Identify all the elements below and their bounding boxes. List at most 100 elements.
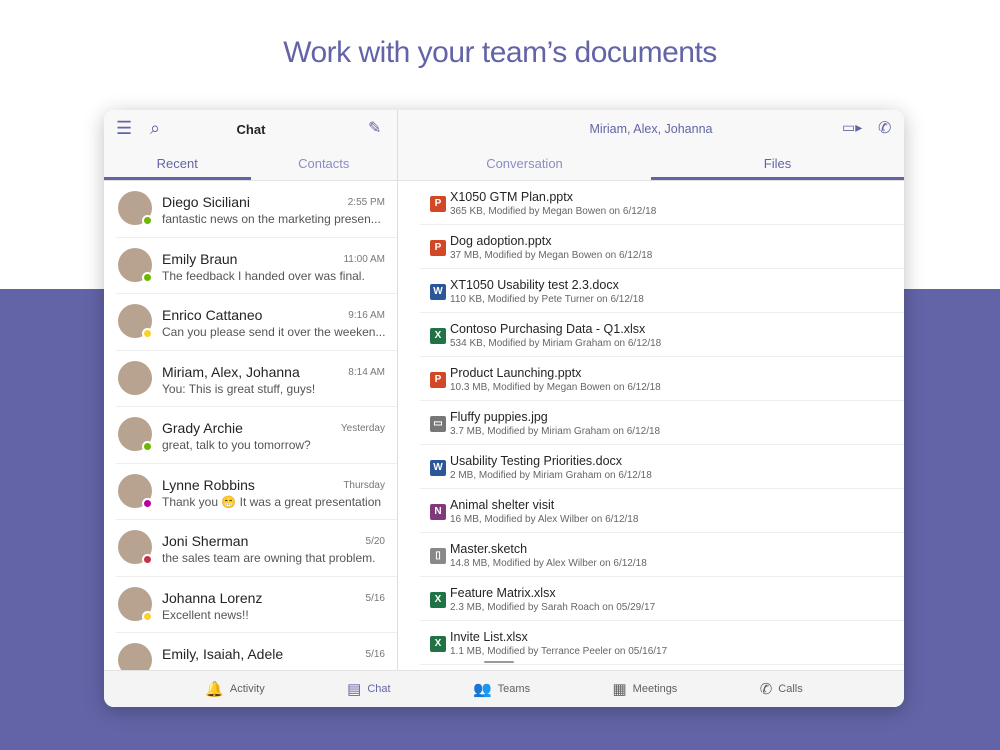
file-name: Master.sketch [450, 542, 528, 556]
file-name: Fluffy puppies.jpg [450, 410, 548, 424]
file-item[interactable]: P X1050 GTM Plan.pptx 365 KB, Modified b… [420, 181, 904, 225]
nav-label: Chat [367, 683, 391, 695]
phone-icon[interactable]: ✆ [878, 118, 891, 138]
file-name: Product Launching.pptx [450, 366, 582, 380]
file-meta: 2.3 MB, Modified by Sarah Roach on 05/29… [450, 602, 656, 613]
chat-preview: Thank you 😁 It was a great presentation [162, 494, 382, 509]
file-name: Dog adoption.pptx [450, 234, 552, 248]
file-meta: 16 MB, Modified by Alex Wilber on 6/12/1… [450, 514, 639, 525]
presence-status-icon [142, 497, 153, 509]
files-pane: Miriam, Alex, Johanna ▭▸ ✆ Conversation … [398, 110, 904, 670]
file-name: Usability Testing Priorities.docx [450, 454, 623, 468]
chat-name: Emily, Isaiah, Adele [162, 646, 284, 662]
file-meta: 1.1 MB, Modified by Terrance Peeler on 0… [450, 646, 668, 657]
chat-name: Grady Archie [162, 420, 243, 436]
chat-preview: The feedback I handed over was final. [162, 268, 365, 283]
file-meta: 10.3 MB, Modified by Megan Bowen on 6/12… [450, 382, 661, 393]
chat-time: 11:00 AM [343, 253, 385, 265]
file-type-icon: ▯ [430, 548, 446, 564]
app-window: ☰ ⌕ Chat ✎ Recent Contacts Diego Sicilia… [104, 110, 904, 707]
chat-time: 5/16 [365, 592, 385, 604]
file-item[interactable]: W Usability Testing Priorities.docx 2 MB… [420, 445, 904, 489]
video-call-icon[interactable]: ▭▸ [842, 119, 862, 136]
file-item[interactable]: N Animal shelter visit 16 MB, Modified b… [420, 489, 904, 533]
teams-icon: 👥 [472, 681, 492, 698]
file-item[interactable]: X Invite List.xlsx 1.1 MB, Modified by T… [420, 621, 904, 665]
chat-name: Lynne Robbins [162, 476, 255, 493]
chat-icon: ▤ [347, 681, 362, 698]
nav-label: Calls [778, 683, 803, 695]
chat-list-item[interactable]: Grady Archie Yesterday great, talk to yo… [116, 407, 397, 464]
file-name: XT1050 Usability test 2.3.docx [450, 278, 619, 292]
file-type-icon: X [430, 592, 446, 608]
presence-status-icon [142, 441, 153, 452]
chat-time: Yesterday [340, 423, 385, 434]
file-type-icon: P [430, 196, 446, 212]
file-type-icon: W [430, 460, 446, 476]
nav-teams[interactable]: 👥 Teams [473, 680, 530, 698]
chat-list-item[interactable]: Johanna Lorenz 5/16 Excellent news!! [116, 577, 397, 633]
calls-icon: ✆ [759, 681, 773, 698]
presence-status-icon [142, 554, 153, 565]
file-name: Feature Matrix.xlsx [450, 586, 556, 600]
chat-list-item[interactable]: Joni Sherman 5/20 the sales team are own… [116, 520, 397, 577]
nav-calls[interactable]: ✆ Calls [760, 680, 803, 698]
file-item[interactable]: ▯ Master.sketch 14.8 MB, Modified by Ale… [420, 533, 904, 577]
presence-status-icon [142, 215, 153, 226]
nav-activity[interactable]: 🔔 Activity [205, 680, 265, 698]
meetings-icon: ▦ [612, 681, 627, 698]
tab-contacts[interactable]: Contacts [251, 148, 398, 180]
presence-status-icon [142, 610, 153, 622]
nav-chat[interactable]: ▤ Chat [347, 680, 390, 698]
chat-time: 5/16 [365, 649, 385, 660]
file-meta: 110 KB, Modified by Pete Turner on 6/12/… [450, 294, 644, 305]
file-type-icon: W [430, 284, 446, 300]
tab-conversation[interactable]: Conversation [398, 148, 651, 180]
chat-preview: the sales team are owning that problem. [162, 551, 376, 565]
chat-name: Enrico Cattaneo [162, 307, 263, 323]
chat-preview: Can you please send it over the weeken..… [162, 325, 386, 339]
compose-icon[interactable]: ✎ [368, 118, 381, 138]
nav-label: Teams [497, 683, 531, 695]
chat-list-item[interactable]: Miriam, Alex, Johanna 8:14 AM You: This … [116, 351, 397, 407]
file-item[interactable]: P Product Launching.pptx 10.3 MB, Modifi… [420, 357, 904, 401]
file-item[interactable]: W XT1050 Usability test 2.3.docx 110 KB,… [420, 269, 904, 313]
chat-preview: You: This is great stuff, guys! [162, 381, 316, 396]
activity-icon: 🔔 [205, 681, 224, 698]
file-type-icon: P [430, 372, 446, 388]
tab-recent[interactable]: Recent [104, 148, 251, 180]
file-type-icon: N [430, 504, 446, 520]
nav-meetings[interactable]: ▦ Meetings [612, 680, 677, 698]
chat-list-item[interactable]: Emily Braun 11:00 AM The feedback I hand… [116, 238, 397, 294]
file-item[interactable]: X Feature Matrix.xlsx 2.3 MB, Modified b… [420, 577, 904, 621]
chat-time: Thursday [343, 479, 385, 491]
chat-preview: Excellent news!! [162, 607, 249, 622]
chat-name: Miriam, Alex, Johanna [162, 363, 300, 380]
tab-files[interactable]: Files [651, 148, 904, 180]
drag-handle[interactable] [484, 661, 514, 663]
chat-preview: great, talk to you tomorrow? [162, 438, 311, 452]
file-meta: 14.8 MB, Modified by Alex Wilber on 6/12… [450, 558, 647, 569]
chat-time: 5/20 [365, 536, 385, 547]
file-name: Contoso Purchasing Data - Q1.xlsx [450, 322, 646, 336]
file-item[interactable]: ▭ Fluffy puppies.jpg 3.7 MB, Modified by… [420, 401, 904, 445]
bottom-nav: 🔔 Activity ▤ Chat 👥 Teams ▦ Meetings ✆ C… [104, 670, 904, 707]
chat-name: Emily Braun [162, 250, 238, 267]
chat-name: Johanna Lorenz [162, 589, 263, 606]
chat-time: 2:55 PM [347, 197, 385, 208]
file-item[interactable]: P Dog adoption.pptx 37 MB, Modified by M… [420, 225, 904, 269]
file-name: X1050 GTM Plan.pptx [450, 190, 573, 204]
chat-name: Diego Siciliani [162, 194, 250, 210]
file-type-icon: ▭ [430, 416, 446, 432]
nav-label: Activity [229, 683, 265, 695]
file-name: Animal shelter visit [450, 498, 555, 512]
chat-preview: fantastic news on the marketing presen..… [162, 212, 381, 226]
chat-list-item[interactable]: Diego Siciliani 2:55 PM fantastic news o… [116, 181, 397, 238]
file-meta: 534 KB, Modified by Miriam Graham on 6/1… [450, 338, 662, 349]
chat-list-item[interactable]: Enrico Cattaneo 9:16 AM Can you please s… [116, 294, 397, 351]
chat-list-item[interactable]: Lynne Robbins Thursday Thank you 😁 It wa… [116, 464, 397, 520]
headline: Work with your team’s documents [283, 36, 717, 69]
conversation-title: Miriam, Alex, Johanna [589, 122, 713, 136]
chat-name: Joni Sherman [162, 533, 249, 549]
file-item[interactable]: X Contoso Purchasing Data - Q1.xlsx 534 … [420, 313, 904, 357]
